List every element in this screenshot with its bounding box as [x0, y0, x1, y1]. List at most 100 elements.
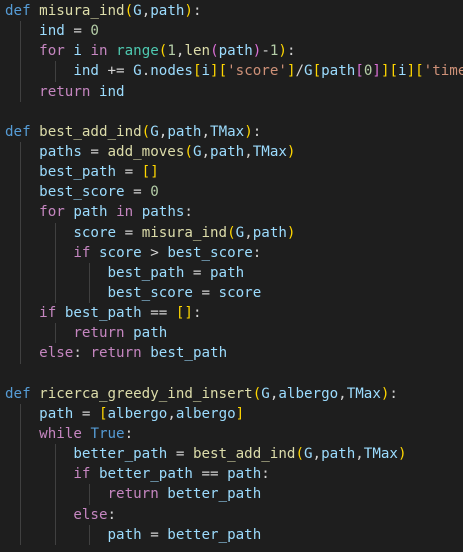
code-token: best_path	[64, 305, 142, 322]
indent-guide	[20, 484, 22, 505]
code-token: )	[244, 123, 253, 140]
code-token: +=	[98, 63, 134, 80]
code-token: :	[286, 43, 296, 60]
code-token: ind	[73, 63, 99, 80]
code-token: /	[295, 63, 305, 80]
indent-guide	[20, 323, 22, 344]
code-token: path	[321, 63, 356, 80]
code-token: better_path	[98, 466, 193, 483]
indent-guide	[54, 524, 56, 545]
code-line: if score > best_score:	[0, 242, 463, 263]
code-token: (	[124, 3, 134, 19]
code-line: best_path = path	[0, 262, 463, 283]
code-token: [	[355, 63, 364, 80]
code-token: ,	[201, 123, 211, 140]
code-token: G	[261, 385, 270, 402]
indent-guide	[20, 444, 22, 465]
indent-guide	[20, 464, 22, 485]
code-token: True	[90, 425, 125, 442]
code-token: .	[141, 63, 151, 80]
indent-guide	[20, 202, 22, 223]
code-editor[interactable]: def misura_ind(G,path): ind = 0 for i in…	[0, 0, 463, 552]
code-token: def	[5, 3, 31, 19]
code-token: if	[73, 244, 91, 261]
code-token: G	[304, 63, 313, 80]
code-token: )	[278, 43, 287, 60]
indent-guide	[20, 303, 22, 324]
code-token: (	[210, 43, 219, 60]
code-line: ind = 0	[0, 21, 463, 42]
code-token: ]	[210, 63, 219, 80]
code-token: path	[150, 3, 185, 19]
code-token: albergo	[107, 405, 168, 422]
code-token: in	[116, 204, 134, 221]
code-token: :	[389, 385, 398, 402]
code-token: =	[81, 143, 108, 160]
code-token: 0	[90, 23, 99, 40]
code-token: misura_ind	[141, 224, 228, 241]
code-token: albergo	[175, 405, 236, 422]
code-line: ind += G.nodes[i]['score']/G[path[0]][i]…	[0, 61, 463, 82]
code-token: albergo	[278, 385, 339, 402]
code-line: better_path = best_add_ind(G,path,TMax)	[0, 444, 463, 465]
code-token: :	[261, 466, 270, 483]
code-token: ==	[141, 305, 176, 322]
code-line: def best_add_ind(G,path,TMax):	[0, 122, 463, 142]
code-token: len	[184, 43, 211, 60]
code-line: path = better_path	[0, 524, 463, 545]
code-token: :	[184, 204, 193, 221]
code-token: G	[235, 224, 245, 241]
code-token: path	[73, 204, 108, 221]
code-line: else: return best_path	[0, 343, 463, 364]
code-token: :	[124, 425, 134, 442]
code-line: if best_path == []:	[0, 303, 463, 324]
code-token: [	[389, 63, 399, 80]
code-token: (	[227, 224, 236, 241]
code-token: [	[192, 63, 202, 80]
code-token: [	[415, 63, 424, 80]
code-token: def	[5, 123, 31, 140]
indent-guide	[54, 464, 56, 485]
indent-guide	[88, 262, 90, 283]
code-token: ,	[141, 3, 151, 19]
code-token: ,	[338, 385, 347, 402]
indent-guide	[88, 484, 90, 505]
code-line: return ind	[0, 81, 463, 102]
code-line: if better_path == path:	[0, 464, 463, 485]
code-token: ,	[244, 143, 253, 160]
code-token: misura_ind	[39, 3, 125, 19]
code-token: i	[398, 63, 407, 80]
code-token: score	[73, 224, 117, 241]
code-token: TMax	[252, 143, 287, 160]
code-token: ricerca_greedy_ind_insert	[39, 385, 253, 402]
code-token: best_path	[150, 345, 228, 362]
code-token: )	[397, 446, 407, 463]
code-token: G	[133, 3, 142, 19]
code-line: return better_path	[0, 484, 463, 505]
indent-guide	[20, 524, 22, 545]
indent-guide	[54, 262, 56, 283]
code-token: =	[116, 224, 142, 241]
code-token: [	[98, 405, 108, 422]
code-token: add_moves	[107, 143, 185, 160]
code-token: G	[150, 123, 159, 140]
code-token: (	[252, 385, 262, 402]
code-token: (	[141, 123, 151, 140]
indent-guide	[88, 524, 90, 545]
code-token: :	[73, 345, 91, 362]
code-line: score = misura_ind(G,path)	[0, 222, 463, 243]
indent-guide	[20, 242, 22, 263]
